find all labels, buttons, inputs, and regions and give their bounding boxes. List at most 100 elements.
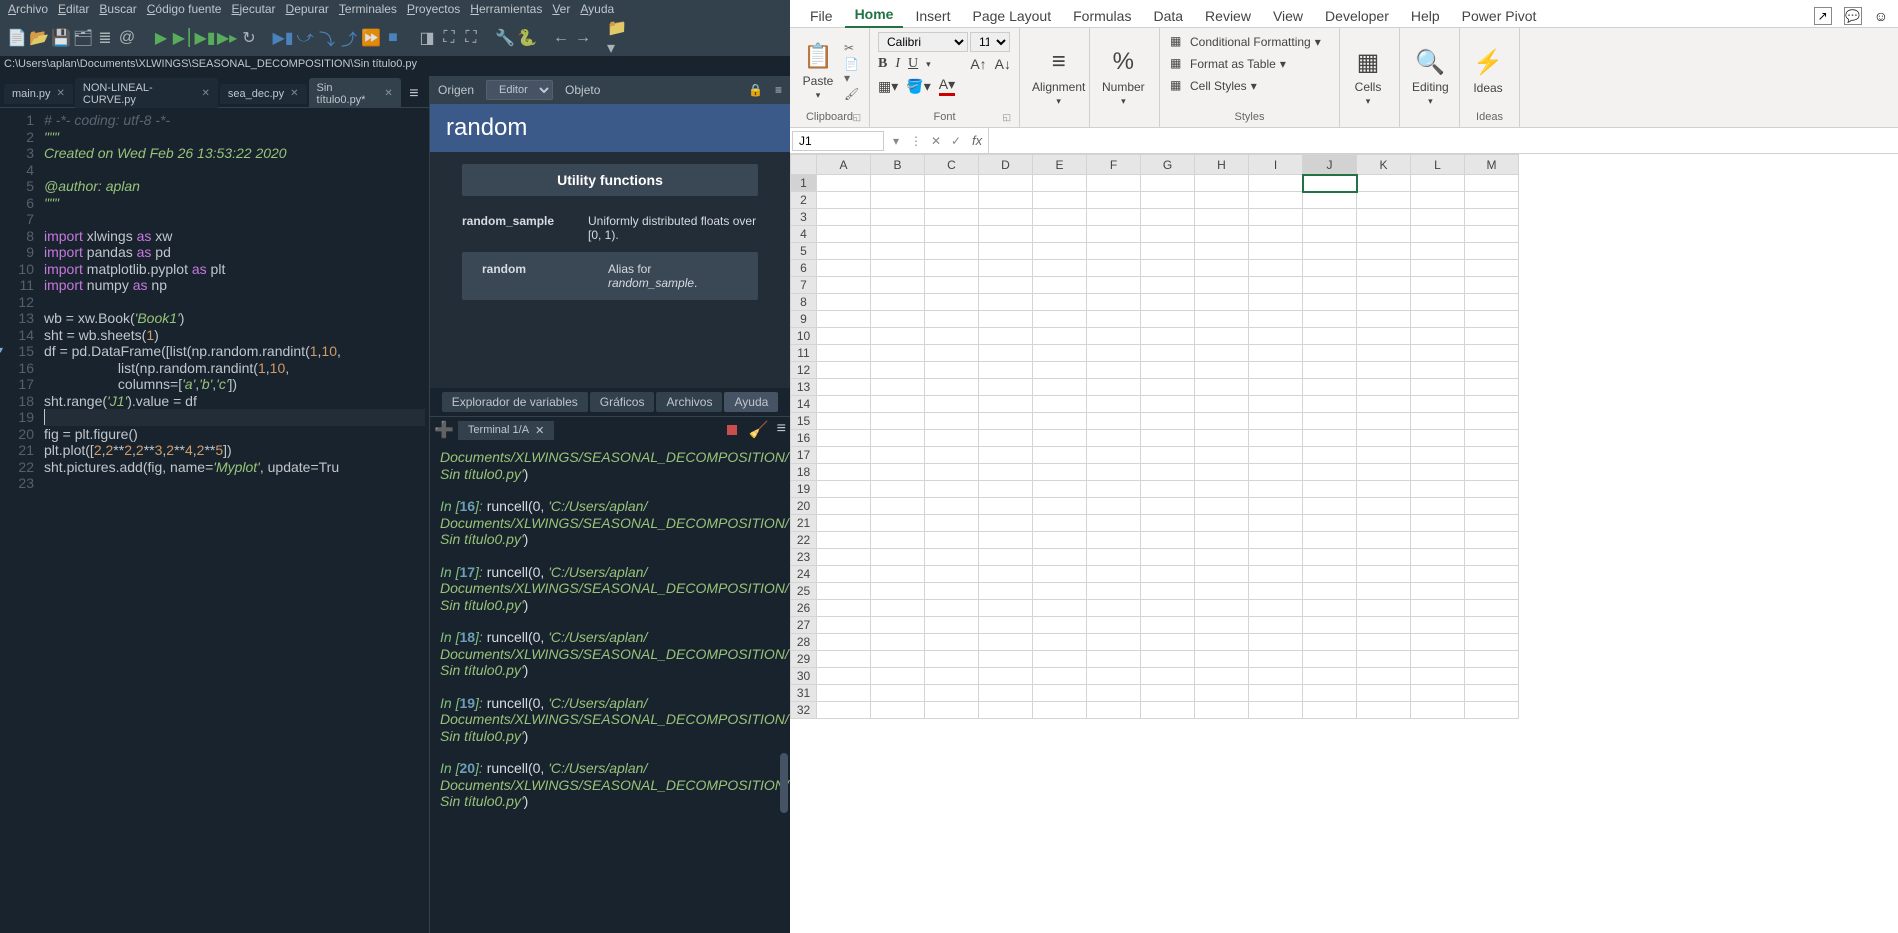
cell[interactable] (1303, 226, 1357, 243)
cell[interactable] (1249, 413, 1303, 430)
cell[interactable] (1195, 668, 1249, 685)
cell[interactable] (1411, 328, 1465, 345)
cell[interactable] (1033, 583, 1087, 600)
cell[interactable] (1465, 651, 1519, 668)
cell[interactable] (1249, 651, 1303, 668)
row-header[interactable]: 9 (791, 311, 817, 328)
cell[interactable] (925, 532, 979, 549)
cell[interactable] (1249, 294, 1303, 311)
cell[interactable] (1357, 430, 1411, 447)
help-pane-tab[interactable]: Gráficos (590, 392, 655, 412)
cell[interactable] (817, 634, 871, 651)
cell[interactable] (979, 260, 1033, 277)
cell[interactable] (979, 362, 1033, 379)
cell[interactable] (1195, 413, 1249, 430)
cell[interactable] (979, 668, 1033, 685)
cell[interactable] (979, 481, 1033, 498)
cell[interactable] (1465, 566, 1519, 583)
cell[interactable] (871, 583, 925, 600)
cell[interactable] (925, 260, 979, 277)
cell[interactable] (1033, 702, 1087, 719)
cell[interactable] (1033, 311, 1087, 328)
cell[interactable] (979, 617, 1033, 634)
editor-tab[interactable]: main.py✕ (4, 84, 73, 104)
cell[interactable] (1357, 243, 1411, 260)
cell[interactable] (1249, 702, 1303, 719)
run-selection-icon[interactable]: ▶▸ (218, 29, 236, 47)
cell[interactable] (1411, 430, 1465, 447)
interrupt-icon[interactable]: ◨ (418, 29, 436, 47)
insert-function-icon[interactable]: ⋮ (906, 134, 926, 148)
cell[interactable] (1087, 617, 1141, 634)
menu-archivo[interactable]: Archivo (4, 2, 52, 16)
cell[interactable] (817, 294, 871, 311)
cell[interactable] (1249, 583, 1303, 600)
cell[interactable] (925, 362, 979, 379)
cell[interactable] (1465, 362, 1519, 379)
help-pane-tab[interactable]: Archivos (656, 392, 722, 412)
cell[interactable] (1357, 617, 1411, 634)
cell[interactable] (817, 311, 871, 328)
cell[interactable] (871, 362, 925, 379)
cell[interactable] (871, 260, 925, 277)
cell[interactable] (1465, 226, 1519, 243)
row-header[interactable]: 13 (791, 379, 817, 396)
ribbon-tab-help[interactable]: Help (1401, 4, 1450, 28)
cell[interactable] (871, 243, 925, 260)
cell[interactable] (1087, 549, 1141, 566)
cell[interactable] (1141, 328, 1195, 345)
run-icon[interactable]: ▶ (152, 29, 170, 47)
cell[interactable] (1357, 379, 1411, 396)
row-header[interactable]: 11 (791, 345, 817, 362)
cell[interactable] (1249, 277, 1303, 294)
cell[interactable] (1195, 311, 1249, 328)
cell[interactable] (1195, 634, 1249, 651)
cancel-icon[interactable]: ✕ (926, 134, 946, 148)
cell[interactable] (871, 600, 925, 617)
cell[interactable] (1249, 379, 1303, 396)
cell[interactable] (1033, 515, 1087, 532)
cell[interactable] (1357, 668, 1411, 685)
help-entry[interactable]: randomAlias for random_sample. (462, 252, 758, 300)
cell[interactable] (925, 600, 979, 617)
cell[interactable] (1357, 328, 1411, 345)
cell[interactable] (1087, 379, 1141, 396)
cell[interactable] (1195, 600, 1249, 617)
row-header[interactable]: 25 (791, 583, 817, 600)
cell[interactable] (1465, 294, 1519, 311)
step-over-icon[interactable]: ⤻ (296, 29, 314, 47)
cell[interactable] (1141, 243, 1195, 260)
fullscreen-icon[interactable]: ⛶ (462, 29, 480, 47)
cell[interactable] (1087, 260, 1141, 277)
cell[interactable] (1195, 192, 1249, 209)
cell[interactable] (1195, 566, 1249, 583)
cell[interactable] (1033, 192, 1087, 209)
cell[interactable] (1303, 192, 1357, 209)
cell[interactable] (871, 430, 925, 447)
cell[interactable] (1033, 430, 1087, 447)
cell[interactable] (1033, 226, 1087, 243)
cell[interactable] (1357, 311, 1411, 328)
cell[interactable] (1411, 651, 1465, 668)
cell[interactable] (1411, 396, 1465, 413)
ribbon-tab-data[interactable]: Data (1143, 4, 1193, 28)
column-header[interactable]: H (1195, 155, 1249, 175)
cell[interactable] (979, 634, 1033, 651)
row-header[interactable]: 30 (791, 668, 817, 685)
row-header[interactable]: 3 (791, 209, 817, 226)
cell[interactable] (1303, 583, 1357, 600)
cell[interactable] (1033, 532, 1087, 549)
cell[interactable] (1303, 464, 1357, 481)
help-menu-icon[interactable]: ≡ (775, 83, 782, 97)
cell[interactable] (1033, 294, 1087, 311)
step-in-icon[interactable]: ⤵ (318, 29, 336, 47)
cell[interactable] (1303, 430, 1357, 447)
cell[interactable] (1087, 277, 1141, 294)
menu-buscar[interactable]: Buscar (95, 2, 140, 16)
cell[interactable] (1357, 566, 1411, 583)
cell[interactable] (1141, 566, 1195, 583)
cell[interactable] (1195, 396, 1249, 413)
cell[interactable] (1357, 634, 1411, 651)
forward-icon[interactable]: → (574, 29, 592, 47)
row-header[interactable]: 17 (791, 447, 817, 464)
